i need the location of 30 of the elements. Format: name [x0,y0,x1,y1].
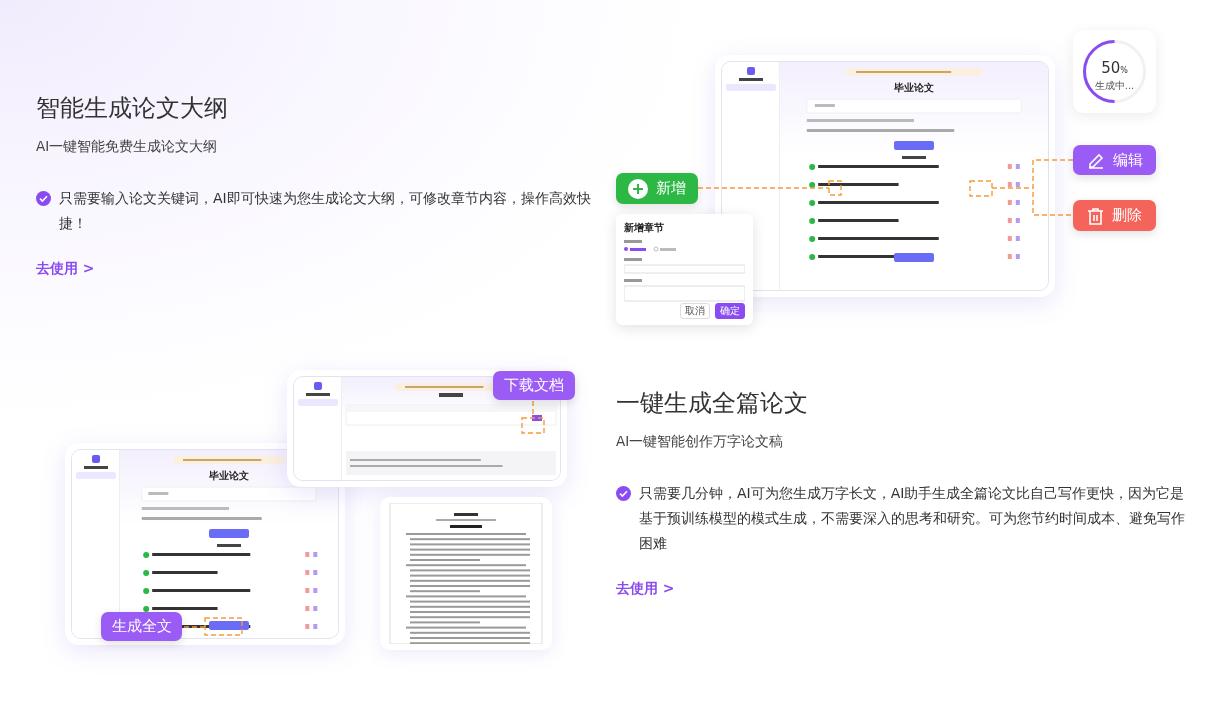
screen-title: 毕业论文 [894,81,934,95]
screen-title: 毕业论文 [209,469,249,483]
section-title: 一键生成全篇论文 [616,388,809,419]
pencil-icon [1086,151,1105,169]
highlight-marker [521,417,545,434]
cancel-button[interactable]: 取消 [680,303,710,319]
section-title: 智能生成论文大纲 [36,93,229,124]
add-callout-button[interactable]: 新增 [616,173,698,204]
feature-text: 只需要几分钟，AI可为您生成万字长文，AI助手生成全篇论文比自己写作更快，因为它是基于预训练模型的模式生成，不需要深入的思考和研究。可为您节约时间成本、避免写作困难 [639,484,1186,554]
trash-icon [1087,206,1104,225]
highlight-marker [204,617,243,636]
try-link[interactable]: 去使用 > [36,258,95,280]
highlight-marker [969,180,993,197]
section-subtitle: AI一键智能免费生成论文大纲 [36,137,219,156]
check-icon [616,486,631,502]
check-icon [36,191,51,207]
download-callout-button[interactable]: 下载文档 [493,371,575,400]
section-subtitle: AI一键智能创作万字论文稿 [616,432,785,451]
highlight-marker [828,180,842,196]
leader-line [183,626,206,628]
edit-callout-button[interactable]: 编辑 [1073,145,1156,175]
progress-value: 50% [1100,60,1129,79]
dialog-title: 新增章节 [624,221,665,235]
delete-callout-button[interactable]: 删除 [1073,200,1156,231]
plus-icon [628,178,648,199]
feature-text: 只需要输入论文关键词，AI即可快速为您生成论文大纲，可修改章节内容，操作高效快捷！ [59,189,592,234]
try-link[interactable]: 去使用 > [616,578,675,600]
confirm-button[interactable]: 确定 [715,303,745,319]
progress-status: 生成中... [1093,79,1136,93]
generate-callout-button[interactable]: 生成全文 [101,612,182,641]
